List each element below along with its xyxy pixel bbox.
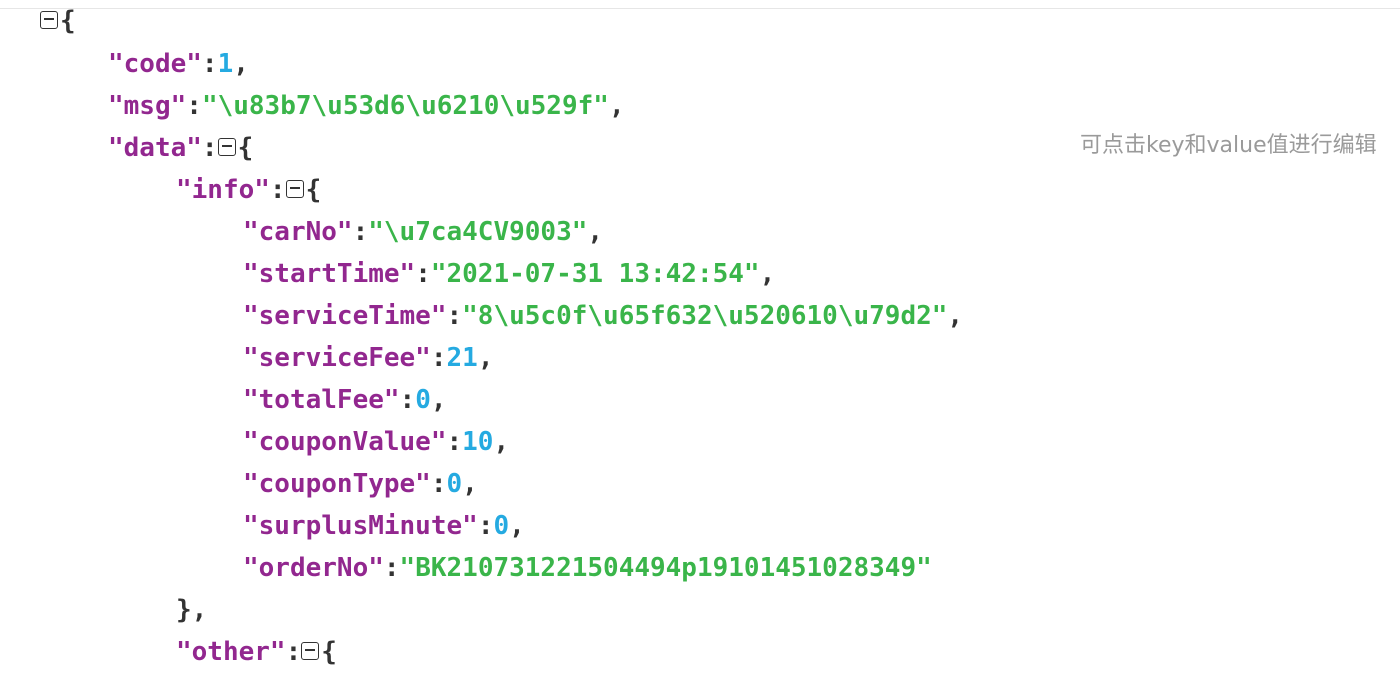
json-value-surplusMinute[interactable]: 0 bbox=[493, 511, 509, 541]
json-line-carNo: "carNo":"\u7ca4CV9003", bbox=[243, 217, 604, 247]
json-key-code[interactable]: "code" bbox=[108, 49, 202, 79]
collapse-info-icon[interactable] bbox=[285, 179, 304, 198]
json-line-info-close: }, bbox=[176, 589, 207, 631]
json-key-couponValue[interactable]: "couponValue" bbox=[243, 427, 447, 457]
json-line-surplusMinute: "surplusMinute":0, bbox=[243, 511, 525, 541]
json-key-surplusMinute[interactable]: "surplusMinute" bbox=[243, 511, 478, 541]
json-line-msg: "msg":"\u83b7\u53d6\u6210\u529f", bbox=[108, 91, 625, 121]
json-value-orderNo[interactable]: "BK210731221504494p19101451028349" bbox=[400, 553, 932, 583]
top-divider bbox=[0, 8, 1400, 9]
json-value-couponType[interactable]: 0 bbox=[447, 469, 463, 499]
json-line-data: "data":{ bbox=[108, 133, 254, 163]
json-value-totalFee[interactable]: 0 bbox=[415, 385, 431, 415]
json-key-other[interactable]: "other" bbox=[176, 637, 286, 667]
json-value-serviceFee[interactable]: 21 bbox=[447, 343, 478, 373]
json-line-totalFee: "totalFee":0, bbox=[243, 385, 447, 415]
json-line-couponType: "couponType":0, bbox=[243, 469, 478, 499]
collapse-other-icon[interactable] bbox=[301, 641, 320, 660]
json-key-serviceFee[interactable]: "serviceFee" bbox=[243, 343, 431, 373]
json-value-code[interactable]: 1 bbox=[218, 49, 234, 79]
json-key-startTime[interactable]: "startTime" bbox=[243, 259, 415, 289]
json-line-serviceFee: "serviceFee":21, bbox=[243, 343, 494, 373]
edit-hint: 可点击key和value值进行编辑 bbox=[1080, 133, 1377, 158]
json-value-msg[interactable]: "\u83b7\u53d6\u6210\u529f" bbox=[202, 91, 609, 121]
json-value-carNo[interactable]: "\u7ca4CV9003" bbox=[368, 217, 587, 247]
root-open-brace: { bbox=[60, 6, 76, 36]
json-viewer: 可点击key和value值进行编辑 { "code":1, "msg":"\u8… bbox=[0, 0, 1400, 678]
json-line-serviceTime: "serviceTime":"8\u5c0f\u65f632\u520610\u… bbox=[243, 301, 964, 331]
collapse-root-icon[interactable] bbox=[40, 10, 58, 29]
json-key-totalFee[interactable]: "totalFee" bbox=[243, 385, 400, 415]
json-key-couponType[interactable]: "couponType" bbox=[243, 469, 431, 499]
json-key-orderNo[interactable]: "orderNo" bbox=[243, 553, 384, 583]
json-key-serviceTime[interactable]: "serviceTime" bbox=[243, 301, 447, 331]
json-line-code: "code":1, bbox=[108, 49, 249, 79]
json-value-startTime[interactable]: "2021-07-31 13:42:54" bbox=[431, 259, 760, 289]
json-value-serviceTime[interactable]: "8\u5c0f\u65f632\u520610\u79d2" bbox=[462, 301, 947, 331]
collapse-data-icon[interactable] bbox=[217, 137, 236, 156]
json-line-couponValue: "couponValue":10, bbox=[243, 427, 510, 457]
json-root-line: { bbox=[40, 0, 76, 42]
info-close-brace: }, bbox=[176, 595, 208, 625]
json-key-msg[interactable]: "msg" bbox=[108, 91, 186, 121]
json-value-couponValue[interactable]: 10 bbox=[462, 427, 493, 457]
json-key-carNo[interactable]: "carNo" bbox=[243, 217, 353, 247]
json-line-startTime: "startTime":"2021-07-31 13:42:54", bbox=[243, 259, 776, 289]
json-line-orderNo: "orderNo":"BK210731221504494p19101451028… bbox=[243, 553, 932, 583]
json-line-info: "info":{ bbox=[176, 175, 322, 205]
json-line-other: "other":{ bbox=[176, 637, 337, 667]
json-key-info[interactable]: "info" bbox=[176, 175, 270, 205]
json-key-data[interactable]: "data" bbox=[108, 133, 202, 163]
